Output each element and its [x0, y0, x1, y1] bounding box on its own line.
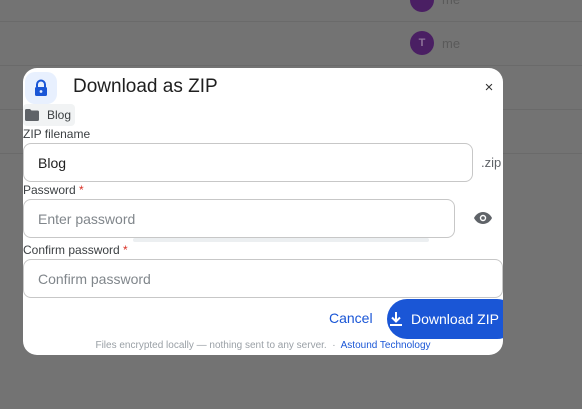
password-label: Password * — [23, 183, 84, 197]
lock-icon — [35, 79, 47, 96]
zip-filename-input[interactable] — [23, 143, 473, 182]
footer-text: Files encrypted locally — nothing sent t… — [95, 340, 327, 351]
confirm-password-input[interactable] — [23, 259, 503, 298]
close-icon: × — [484, 78, 494, 96]
cancel-button[interactable]: Cancel — [321, 308, 381, 330]
required-marker: * — [123, 243, 128, 257]
download-zip-button[interactable]: Download ZIP — [387, 299, 503, 339]
confirm-password-label-text: Confirm password — [23, 243, 120, 257]
password-strength-bar — [133, 238, 429, 242]
download-zip-dialog: Download as ZIP × Blog ZIP filename .zip… — [23, 68, 503, 355]
download-zip-label: Download ZIP — [411, 311, 499, 327]
avatar: T — [410, 31, 434, 55]
folder-name: Blog — [47, 108, 72, 122]
download-icon — [390, 312, 402, 326]
row-owner: me — [442, 0, 460, 7]
background-list-row: T me — [0, 22, 582, 66]
confirm-password-label: Confirm password * — [23, 243, 128, 257]
required-marker: * — [79, 183, 84, 197]
eye-icon — [474, 212, 492, 224]
password-label-text: Password — [23, 183, 76, 197]
lock-badge — [25, 72, 57, 104]
row-owner: me — [442, 36, 461, 51]
zip-suffix: .zip — [481, 155, 502, 170]
astound-technology-link[interactable]: Astound Technology — [341, 340, 431, 351]
close-button[interactable]: × — [479, 77, 499, 97]
dialog-title: Download as ZIP — [73, 76, 218, 97]
footer-separator: · — [332, 340, 336, 351]
zip-filename-label: ZIP filename — [23, 127, 91, 141]
avatar — [410, 0, 434, 12]
background-list-row: me — [0, 0, 582, 22]
folder-chip: Blog — [23, 104, 75, 126]
footer-note: Files encrypted locally — nothing sent t… — [23, 340, 503, 351]
folder-icon — [25, 109, 39, 121]
password-input[interactable] — [23, 199, 455, 238]
toggle-password-visibility-button[interactable] — [473, 208, 493, 228]
